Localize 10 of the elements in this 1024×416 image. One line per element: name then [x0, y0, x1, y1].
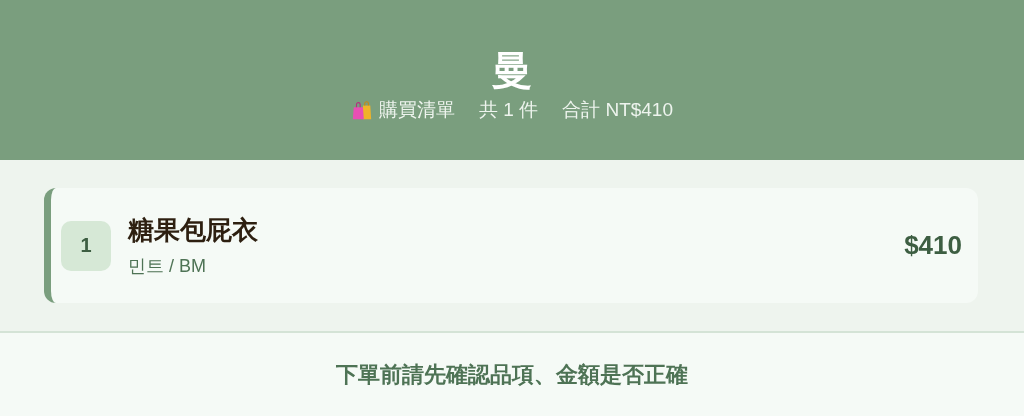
item-number: 1 [61, 220, 111, 271]
page-title: 曼 [492, 47, 532, 93]
list-label: 購買清單 [379, 98, 455, 122]
item-count: 共 1 件 [479, 98, 539, 122]
total-amount: 合計 NT$410 [562, 98, 673, 122]
item-price: $410 [904, 230, 962, 261]
notice-text: 下單前請先確認品項、金額是否正確 [336, 360, 688, 389]
shopping-bags-icon [351, 99, 373, 121]
item-variant: 민트 / BM [128, 255, 207, 278]
item-name: 糖果包屁衣 [128, 214, 259, 247]
